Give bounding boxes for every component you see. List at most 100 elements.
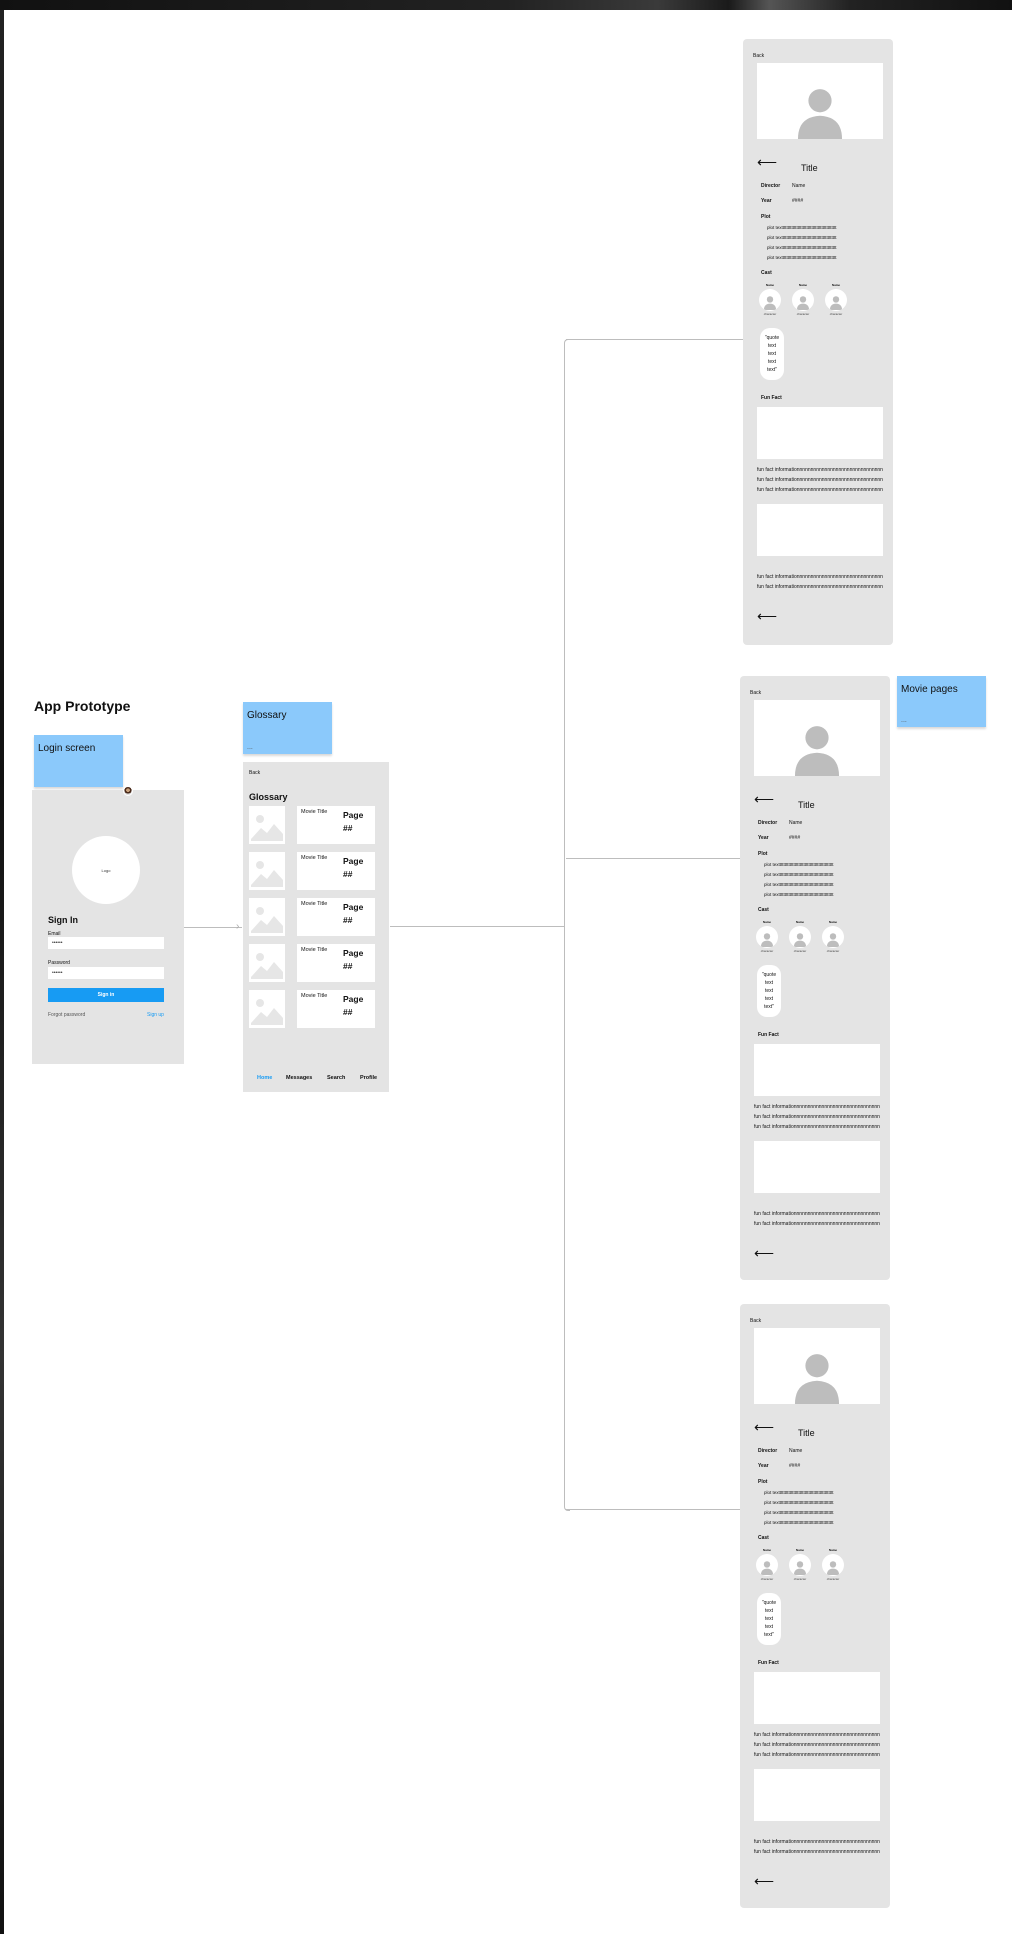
- funfact-label: Fun Fact: [761, 395, 782, 401]
- nav-search[interactable]: Search: [327, 1075, 345, 1081]
- back-arrow-icon[interactable]: ⟵: [754, 1420, 774, 1434]
- back-arrow-icon[interactable]: ⟵: [754, 792, 774, 806]
- movie-page-frame[interactable]: Back ⟵ Title Director Name Year #### Plot plot t…: [740, 1304, 890, 1908]
- movie-page-frame[interactable]: Back ⟵ Title Director Name Year #### Plot plot t…: [740, 676, 890, 1280]
- director-label: Director: [761, 183, 781, 189]
- top-edge-bar: [0, 0, 1012, 10]
- quote-line: text: [764, 1624, 774, 1630]
- quote-bubble: "quote text text text text": [757, 965, 781, 1017]
- cast-avatar: [822, 1554, 844, 1576]
- back-link[interactable]: Back: [249, 770, 260, 776]
- quote-line: text": [767, 367, 777, 373]
- plot-label: Plot: [761, 214, 771, 220]
- sticky-dots: ...: [247, 744, 253, 751]
- person-icon: [760, 1561, 774, 1575]
- quote-line: "quote: [764, 335, 780, 341]
- nav-messages[interactable]: Messages: [286, 1075, 312, 1081]
- glossary-row[interactable]: Movie Title Page ##: [249, 990, 381, 1028]
- cast-member[interactable]: Name character: [787, 1548, 813, 1582]
- funfact-image: [754, 1141, 880, 1193]
- quote-line: text: [764, 980, 774, 986]
- back-arrow-icon[interactable]: ⟵: [754, 1246, 774, 1260]
- year-label: Year: [758, 835, 769, 841]
- sticky-title: Login screen: [38, 743, 96, 754]
- back-link[interactable]: Back: [753, 53, 764, 59]
- movie-card[interactable]: Movie Title Page ##: [297, 898, 375, 936]
- back-arrow-icon[interactable]: ⟵: [757, 609, 777, 623]
- plot-text: plot textttttttttttttttttttttttttttttttt…: [764, 1490, 834, 1495]
- sticky-movie-pages[interactable]: Movie pages ...: [897, 676, 986, 727]
- back-link[interactable]: Back: [750, 690, 761, 696]
- cast-member[interactable]: Name character: [823, 283, 849, 317]
- image-placeholder-icon: [249, 990, 285, 1028]
- cast-name: Name: [795, 920, 805, 924]
- glossary-frame[interactable]: Back Glossary Movie Title Page ## Movie Ti…: [243, 762, 389, 1092]
- connector-movie-1: [566, 339, 743, 340]
- funfact-text: fun fact informationnnnnnnnnnnnnnnnnnnnn…: [757, 584, 883, 590]
- sticky-glossary[interactable]: Glossary ...: [243, 702, 332, 754]
- cast-member[interactable]: Name character: [757, 283, 783, 317]
- back-link[interactable]: Back: [750, 1318, 761, 1324]
- forgot-password-link[interactable]: Forgot password: [48, 1012, 85, 1018]
- person-icon: [760, 933, 774, 947]
- funfact-text: fun fact informationnnnnnnnnnnnnnnnnnnnn…: [757, 467, 883, 473]
- page-number: Page ##: [343, 810, 364, 833]
- movie-card[interactable]: Movie Title Page ##: [297, 944, 375, 982]
- director-label: Director: [758, 820, 778, 826]
- quote-bubble: "quote text text text text": [760, 328, 784, 380]
- cast-name: Name: [762, 1548, 772, 1552]
- back-arrow-icon[interactable]: ⟵: [754, 1874, 774, 1888]
- funfact-text: fun fact informationnnnnnnnnnnnnnnnnnnnn…: [754, 1742, 880, 1748]
- email-field[interactable]: ••••••: [48, 937, 164, 949]
- back-arrow-icon[interactable]: ⟵: [757, 155, 777, 169]
- movie-card[interactable]: Movie Title Page ##: [297, 806, 375, 844]
- quote-line: text": [764, 1632, 774, 1638]
- password-field[interactable]: ••••••: [48, 967, 164, 979]
- cast-member[interactable]: Name character: [820, 920, 846, 954]
- cast-member[interactable]: Name character: [790, 283, 816, 317]
- page-number: Page ##: [343, 856, 364, 879]
- movie-title: Movie Title: [301, 947, 328, 953]
- cast-character: character: [826, 949, 840, 953]
- connector-glossary-trunk: [390, 926, 565, 927]
- nav-profile[interactable]: Profile: [360, 1075, 377, 1081]
- quote-line: text: [764, 1608, 774, 1614]
- funfact-text: fun fact informationnnnnnnnnnnnnnnnnnnnn…: [754, 1752, 880, 1758]
- glossary-row[interactable]: Movie Title Page ##: [249, 806, 381, 844]
- plot-text: plot textttttttttttttttttttttttttttttttt…: [767, 235, 837, 240]
- funfact-text: fun fact informationnnnnnnnnnnnnnnnnnnnn…: [754, 1114, 880, 1120]
- movie-page-frame[interactable]: Back ⟵ Title Director Name Year #### Plot plot t…: [743, 39, 893, 645]
- cast-character: character: [829, 312, 843, 316]
- collaborator-avatar[interactable]: [123, 786, 133, 796]
- glossary-row[interactable]: Movie Title Page ##: [249, 898, 381, 936]
- cast-character: character: [760, 949, 774, 953]
- movie-card[interactable]: Movie Title Page ##: [297, 852, 375, 890]
- funfact-text: fun fact informationnnnnnnnnnnnnnnnnnnnn…: [757, 477, 883, 483]
- page-number: Page ##: [343, 994, 364, 1017]
- quote-line: text: [764, 1616, 774, 1622]
- login-screen-frame[interactable]: Logo Sign In Email •••••• Password •••••…: [32, 790, 184, 1064]
- cast-member[interactable]: Name character: [820, 1548, 846, 1582]
- cast-label: Cast: [758, 907, 769, 913]
- glossary-row[interactable]: Movie Title Page ##: [249, 944, 381, 982]
- cast-member[interactable]: Name character: [787, 920, 813, 954]
- year-label: Year: [761, 198, 772, 204]
- year-value: ####: [789, 835, 801, 841]
- signup-link[interactable]: Sign up: [147, 1012, 164, 1018]
- year-value: ####: [792, 198, 804, 204]
- movie-card[interactable]: Movie Title Page ##: [297, 990, 375, 1028]
- signin-button[interactable]: Sign in: [48, 988, 164, 1002]
- cast-member[interactable]: Name character: [754, 920, 780, 954]
- cast-name: Name: [795, 1548, 805, 1552]
- sticky-login[interactable]: Login screen: [34, 735, 123, 787]
- glossary-row[interactable]: Movie Title Page ##: [249, 852, 381, 890]
- quote-line: text: [764, 996, 774, 1002]
- cast-member[interactable]: Name character: [754, 1548, 780, 1582]
- nav-home[interactable]: Home: [257, 1075, 272, 1081]
- movie-title: Title: [798, 1428, 815, 1438]
- quote-line: text: [767, 359, 777, 365]
- connector-movie-3: [566, 1509, 756, 1510]
- cast-character: character: [793, 1577, 807, 1581]
- funfact-image: [757, 504, 883, 556]
- movie-title: Movie Title: [301, 993, 328, 999]
